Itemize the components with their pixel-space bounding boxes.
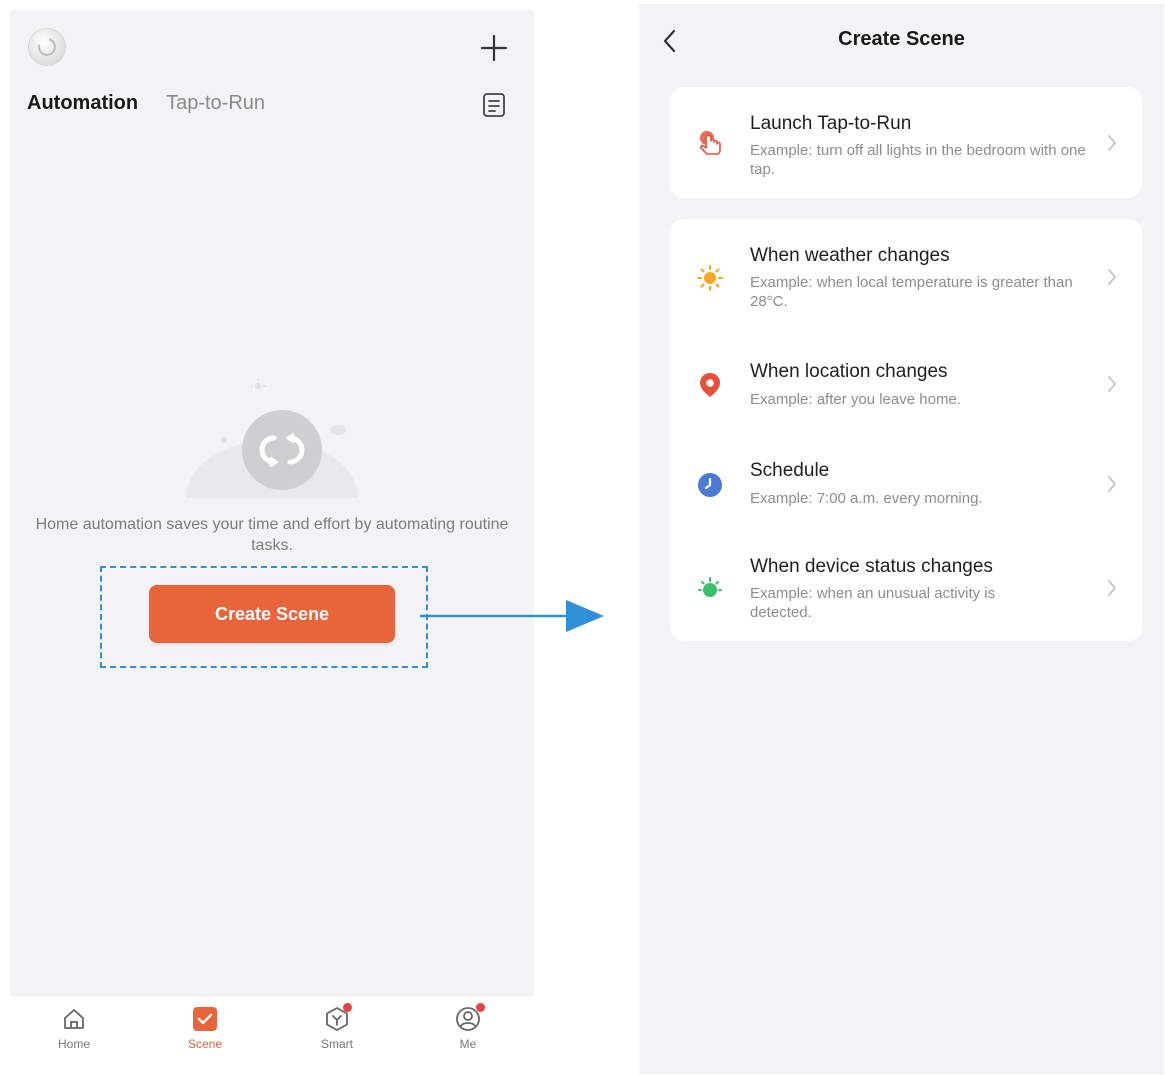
tap-hand-icon bbox=[700, 131, 721, 155]
nav-home[interactable]: Home bbox=[34, 1006, 114, 1051]
chevron-right-icon bbox=[1108, 135, 1116, 151]
scene-screen: Automation Tap-to-Run Home automation sa… bbox=[10, 10, 534, 1074]
option-description: Example: turn off all lights in the bedr… bbox=[750, 142, 1086, 178]
device-status-icon bbox=[698, 577, 722, 597]
tab-automation[interactable]: Automation bbox=[27, 92, 138, 115]
create-scene-screen: Create Scene Launch Tap-to-Run Example: … bbox=[639, 4, 1164, 1074]
tap-to-run-card: Launch Tap-to-Run Example: turn off all … bbox=[670, 87, 1142, 198]
avatar-icon bbox=[34, 34, 60, 60]
empty-state-message: Home automation saves your time and effo… bbox=[35, 516, 509, 554]
option-description: Example: when local temperature is great… bbox=[750, 274, 1073, 310]
scene-check-icon bbox=[193, 1007, 217, 1031]
sun-icon bbox=[697, 265, 723, 291]
add-scene-button[interactable] bbox=[478, 32, 510, 64]
option-schedule[interactable]: Schedule Example: 7:00 a.m. every mornin… bbox=[670, 439, 1142, 539]
clock-icon bbox=[698, 473, 722, 497]
nav-smart[interactable]: Smart bbox=[297, 1003, 377, 1051]
plus-icon bbox=[480, 34, 508, 62]
option-title: Schedule bbox=[750, 460, 830, 481]
flow-arrow-icon bbox=[420, 600, 604, 632]
chevron-right-icon bbox=[1108, 580, 1116, 596]
scene-tabs: Automation Tap-to-Run bbox=[27, 92, 265, 115]
option-title: Launch Tap-to-Run bbox=[750, 113, 912, 134]
nav-me-label: Me bbox=[459, 1037, 477, 1051]
location-pin-icon bbox=[700, 373, 720, 397]
chevron-right-icon bbox=[1108, 269, 1116, 285]
option-title: When location changes bbox=[750, 361, 948, 382]
option-title: When device status changes bbox=[750, 556, 993, 577]
document-log-icon bbox=[483, 93, 505, 117]
option-weather-changes[interactable]: When weather changes Example: when local… bbox=[670, 219, 1142, 341]
bottom-navigation: Home Scene Smart Me bbox=[10, 995, 534, 1074]
me-badge-dot bbox=[476, 1003, 485, 1012]
option-title: When weather changes bbox=[750, 245, 950, 266]
option-description: Example: after you leave home. bbox=[750, 391, 961, 408]
tab-tap-to-run[interactable]: Tap-to-Run bbox=[166, 92, 265, 115]
automation-empty-illustration bbox=[182, 378, 362, 510]
chevron-right-icon bbox=[1108, 476, 1116, 492]
nav-me[interactable]: Me bbox=[428, 1003, 508, 1051]
option-description: Example: 7:00 a.m. every morning. bbox=[750, 490, 983, 507]
page-title: Create Scene bbox=[838, 28, 965, 50]
option-description: Example: when an unusual activity is det… bbox=[750, 585, 996, 621]
nav-scene-label: Scene bbox=[187, 1037, 223, 1051]
option-launch-tap-to-run[interactable]: Launch Tap-to-Run Example: turn off all … bbox=[670, 87, 1142, 198]
automation-conditions-card: When weather changes Example: when local… bbox=[670, 219, 1142, 641]
create-scene-button[interactable]: Create Scene bbox=[149, 585, 395, 643]
option-device-status-changes[interactable]: When device status changes Example: when… bbox=[670, 539, 1142, 641]
home-avatar[interactable] bbox=[28, 28, 66, 66]
home-icon bbox=[64, 1009, 84, 1029]
option-location-changes[interactable]: When location changes Example: after you… bbox=[670, 341, 1142, 439]
smart-badge-dot bbox=[343, 1003, 352, 1012]
nav-scene[interactable]: Scene bbox=[165, 1006, 245, 1051]
nav-home-label: Home bbox=[57, 1037, 90, 1051]
chevron-right-icon bbox=[1108, 376, 1116, 392]
scene-log-button[interactable] bbox=[482, 92, 506, 118]
nav-smart-label: Smart bbox=[320, 1037, 353, 1051]
